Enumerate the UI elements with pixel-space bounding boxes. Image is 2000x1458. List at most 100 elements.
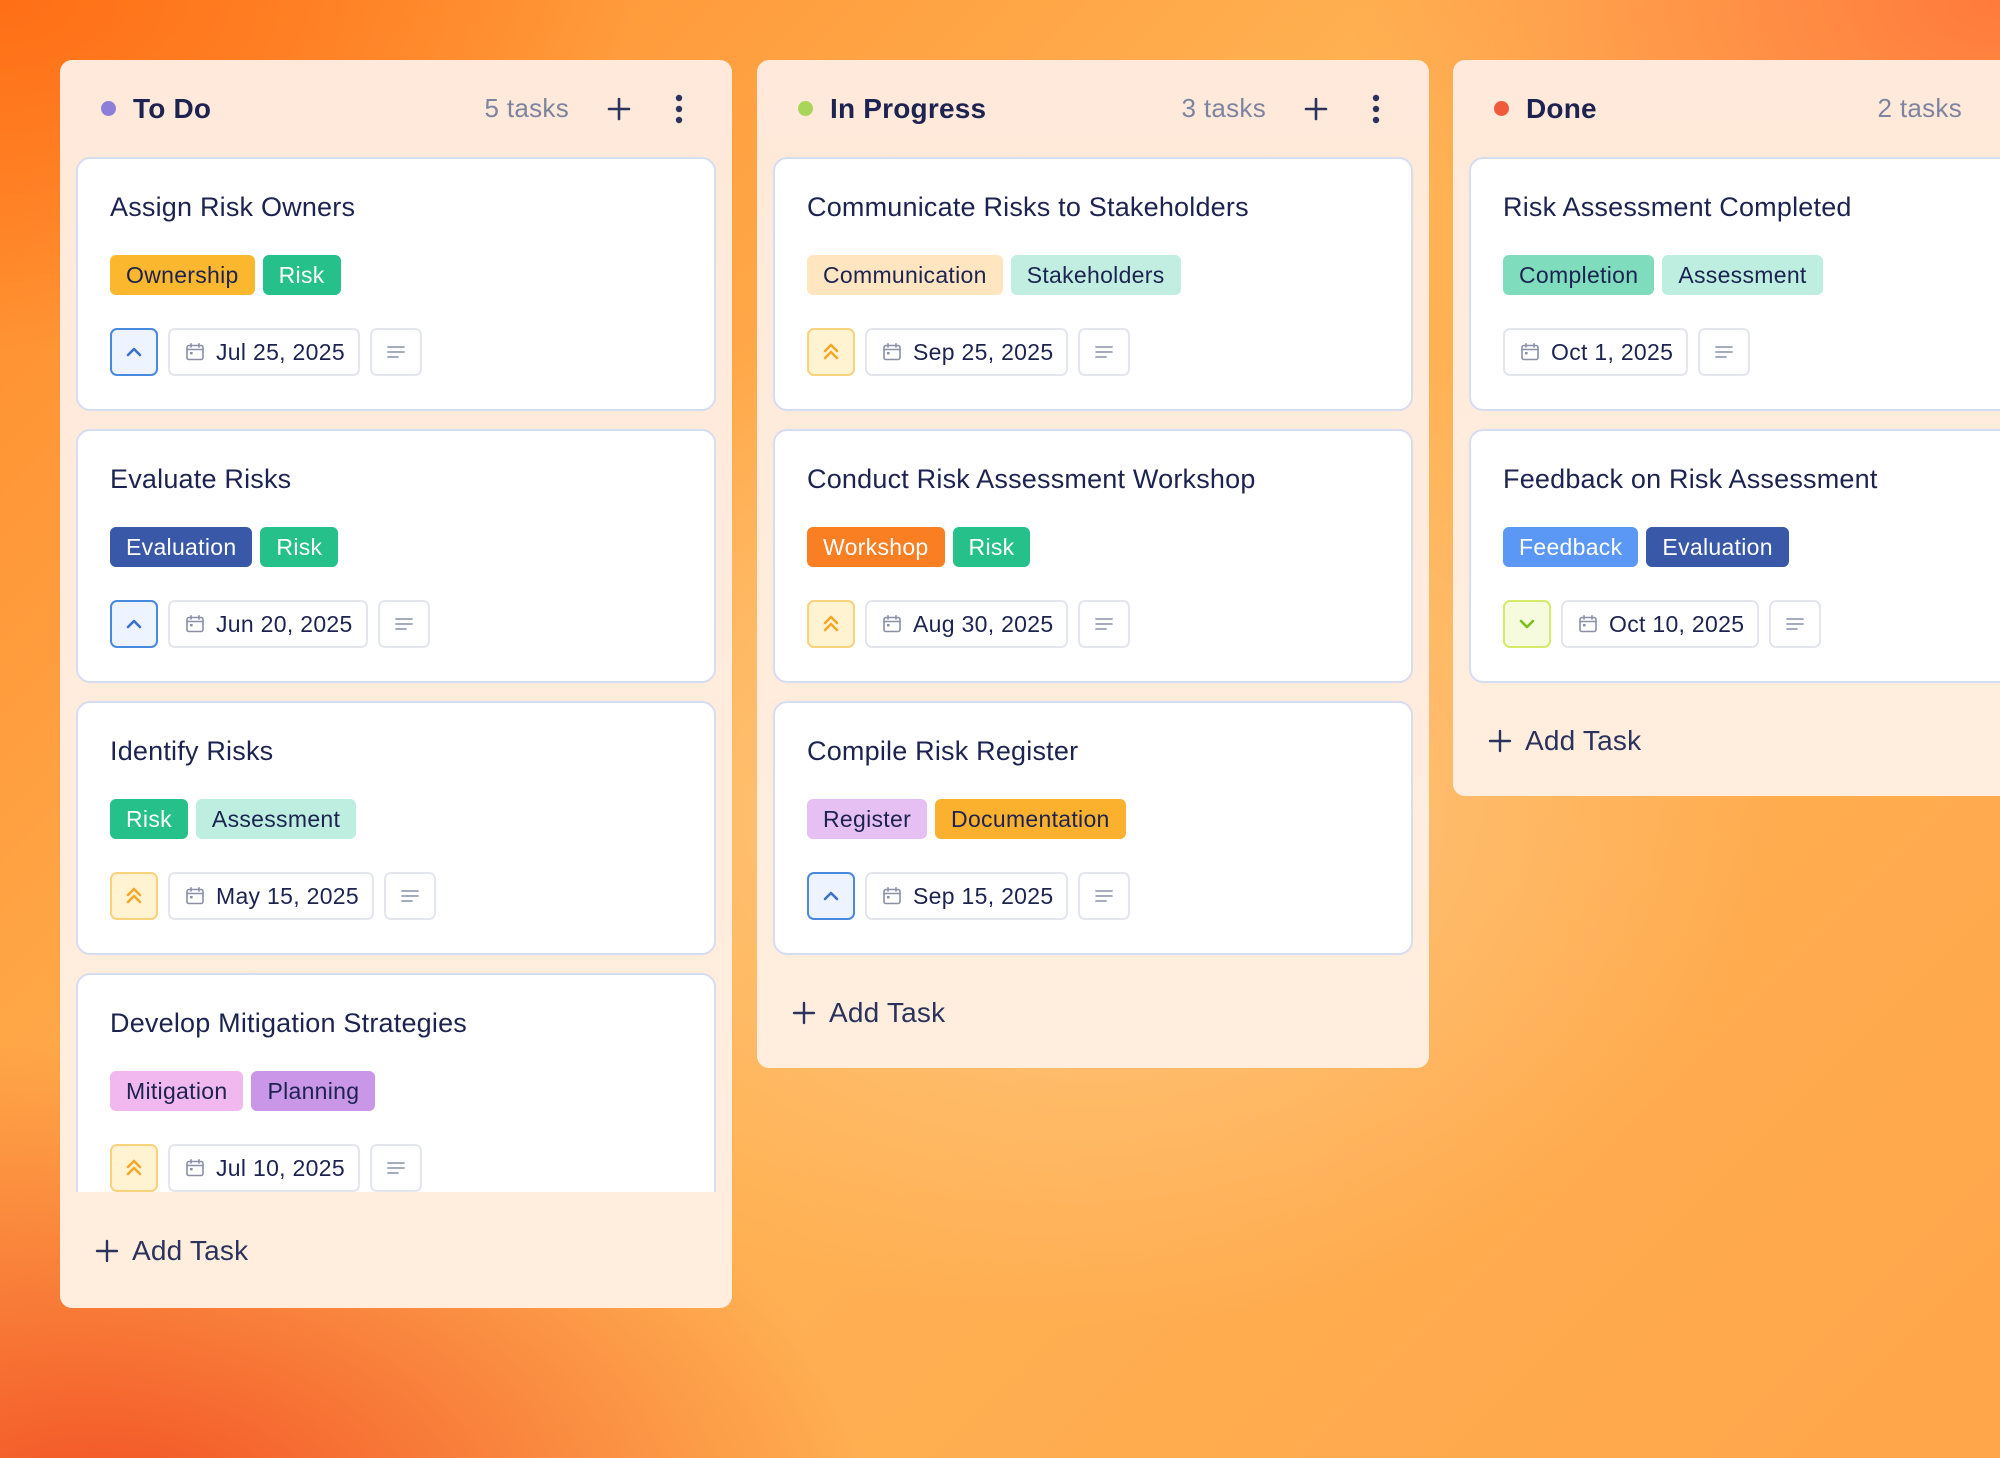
task-meta: May 15, 2025	[110, 872, 682, 920]
task-meta: Jun 20, 2025	[110, 600, 682, 648]
card-list-viewport: Assign Risk Owners Ownership Risk Jul 25…	[76, 157, 716, 1192]
description-icon[interactable]	[1769, 600, 1822, 648]
description-icon[interactable]	[1698, 328, 1751, 376]
plus-icon	[1488, 729, 1512, 753]
task-card[interactable]: Identify Risks Risk Assessment May 15, 2…	[76, 701, 716, 955]
task-title: Feedback on Risk Assessment	[1503, 464, 1878, 494]
tag: Stakeholders	[1010, 255, 1181, 295]
calendar-icon	[185, 886, 205, 906]
priority-medium-icon[interactable]	[110, 600, 158, 648]
calendar-icon	[1520, 342, 1540, 362]
task-title: Compile Risk Register	[807, 736, 1079, 766]
add-task-icon[interactable]	[599, 89, 639, 129]
column-header: To Do 5 tasks	[76, 60, 716, 157]
priority-low-icon[interactable]	[1503, 600, 1551, 648]
calendar-icon	[882, 886, 902, 906]
more-options-icon[interactable]	[659, 89, 699, 129]
tag-list: Evaluation Risk	[110, 527, 682, 567]
task-title: Conduct Risk Assessment Workshop	[807, 464, 1256, 494]
task-meta: Sep 15, 2025	[807, 872, 1379, 920]
due-date[interactable]: Jul 10, 2025	[168, 1144, 360, 1192]
tag: Assessment	[1662, 255, 1823, 295]
add-task-icon[interactable]	[1296, 89, 1336, 129]
more-options-icon[interactable]	[1356, 89, 1396, 129]
task-card[interactable]: Feedback on Risk Assessment Feedback Eva…	[1469, 429, 2000, 683]
task-card[interactable]: Evaluate Risks Evaluation Risk Jun 20, 2…	[76, 429, 716, 683]
due-date[interactable]: Aug 30, 2025	[865, 600, 1069, 648]
plus-icon	[95, 1239, 119, 1263]
tag: Planning	[251, 1071, 376, 1111]
column-header: Done 2 tasks	[1469, 60, 2000, 157]
task-title: Identify Risks	[110, 736, 274, 766]
due-date[interactable]: Jun 20, 2025	[168, 600, 368, 648]
description-icon[interactable]	[377, 600, 430, 648]
tag-list: Feedback Evaluation	[1503, 527, 2000, 567]
tag: Risk	[110, 799, 188, 839]
tag: Evaluation	[110, 527, 253, 567]
task-meta: Oct 10, 2025	[1503, 600, 2000, 648]
status-dot	[101, 101, 116, 116]
task-card[interactable]: Communicate Risks to Stakeholders Commun…	[773, 157, 1413, 411]
add-task-button[interactable]: Add Task	[1469, 721, 1641, 761]
description-icon[interactable]	[1078, 328, 1131, 376]
column-done: Done 2 tasks Risk Assessment Completed C…	[1453, 60, 2000, 796]
due-date-text: Sep 15, 2025	[913, 882, 1054, 909]
due-date[interactable]: Sep 15, 2025	[865, 872, 1069, 920]
card-list: Communicate Risks to Stakeholders Commun…	[773, 157, 1413, 955]
task-meta: Jul 10, 2025	[110, 1144, 682, 1192]
add-task-button[interactable]: Add Task	[76, 1231, 248, 1271]
due-date[interactable]: Oct 1, 2025	[1503, 328, 1689, 376]
task-meta: Aug 30, 2025	[807, 600, 1379, 648]
description-icon[interactable]	[369, 1144, 422, 1192]
task-card[interactable]: Develop Mitigation Strategies Mitigation…	[76, 973, 716, 1192]
tag: Risk	[262, 255, 341, 295]
due-date[interactable]: Sep 25, 2025	[865, 328, 1069, 376]
calendar-icon	[882, 342, 902, 362]
tag: Feedback	[1503, 527, 1639, 567]
tag: Ownership	[110, 255, 255, 295]
tag: Communication	[807, 255, 1003, 295]
priority-high-icon[interactable]	[110, 1144, 158, 1192]
priority-high-icon[interactable]	[110, 872, 158, 920]
column-todo: To Do 5 tasks Assign Risk Owners Ownersh…	[60, 60, 732, 1308]
due-date-text: Jun 20, 2025	[216, 610, 353, 637]
tag: Risk	[260, 527, 339, 567]
column-title: To Do	[133, 92, 212, 124]
description-icon[interactable]	[1078, 872, 1131, 920]
due-date-text: Jul 25, 2025	[216, 338, 345, 365]
tag: Mitigation	[110, 1071, 244, 1111]
add-task-button[interactable]: Add Task	[773, 993, 945, 1033]
description-icon[interactable]	[369, 328, 422, 376]
due-date-text: Jul 10, 2025	[216, 1154, 345, 1181]
due-date-text: May 15, 2025	[216, 882, 359, 909]
column-title: Done	[1526, 92, 1597, 124]
task-card[interactable]: Compile Risk Register Register Documenta…	[773, 701, 1413, 955]
add-task-label: Add Task	[829, 997, 946, 1028]
status-dot	[1494, 101, 1509, 116]
description-icon[interactable]	[383, 872, 436, 920]
priority-high-icon[interactable]	[807, 600, 855, 648]
plus-icon	[792, 1001, 816, 1025]
priority-medium-icon[interactable]	[807, 872, 855, 920]
task-count: 3 tasks	[1181, 93, 1266, 123]
description-icon[interactable]	[1078, 600, 1131, 648]
tag: Assessment	[195, 799, 357, 839]
priority-high-icon[interactable]	[807, 328, 855, 376]
calendar-icon	[882, 614, 902, 634]
task-title: Communicate Risks to Stakeholders	[807, 192, 1249, 222]
add-task-label: Add Task	[132, 1235, 249, 1266]
status-dot	[798, 101, 813, 116]
due-date[interactable]: Jul 25, 2025	[168, 328, 360, 376]
add-task-icon[interactable]	[1992, 89, 2000, 129]
priority-medium-icon[interactable]	[110, 328, 158, 376]
due-date[interactable]: Oct 10, 2025	[1561, 600, 1760, 648]
due-date[interactable]: May 15, 2025	[168, 872, 374, 920]
task-card[interactable]: Risk Assessment Completed Completion Ass…	[1469, 157, 2000, 411]
task-meta: Jul 25, 2025	[110, 328, 682, 376]
task-card[interactable]: Assign Risk Owners Ownership Risk Jul 25…	[76, 157, 716, 411]
tag: Documentation	[935, 799, 1126, 839]
task-title: Develop Mitigation Strategies	[110, 1008, 467, 1038]
column-header: In Progress 3 tasks	[773, 60, 1413, 157]
task-card[interactable]: Conduct Risk Assessment Workshop Worksho…	[773, 429, 1413, 683]
tag-list: Risk Assessment	[110, 799, 682, 839]
